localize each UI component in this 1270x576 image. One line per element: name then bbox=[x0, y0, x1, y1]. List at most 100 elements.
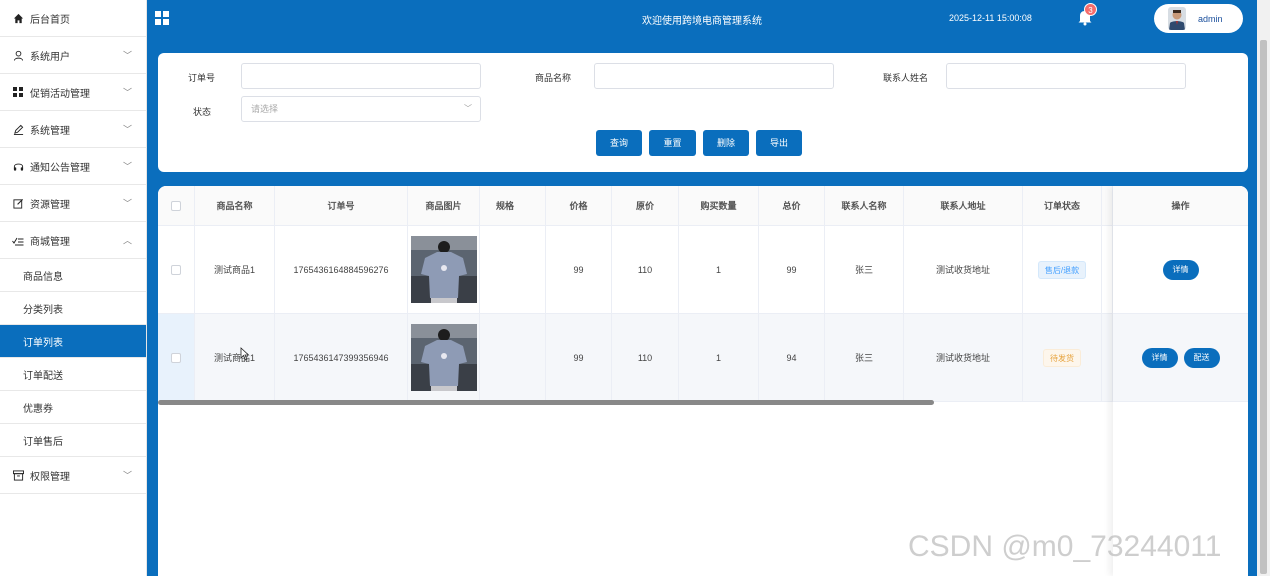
mouse-cursor-icon bbox=[240, 347, 250, 361]
order-no-label: 订单号 bbox=[188, 73, 216, 83]
total-cell: 94 bbox=[759, 314, 825, 401]
sidebar-item-notices[interactable]: 通知公告管理 ﹀ bbox=[0, 148, 146, 185]
sidebar-item-resources[interactable]: 资源管理 ﹀ bbox=[0, 185, 146, 222]
table-row[interactable]: 测试商品1 1765436164884596276 99 110 1 99 张三… bbox=[158, 226, 1248, 314]
sidebar-sub-item-products[interactable]: 商品信息 bbox=[0, 259, 146, 292]
price-cell: 99 bbox=[546, 314, 612, 401]
quantity-cell: 1 bbox=[679, 314, 759, 401]
sidebar-sub-item-after-sales[interactable]: 订单售后 bbox=[0, 424, 146, 457]
price-cell: 99 bbox=[546, 226, 612, 313]
col-header: 购买数量 bbox=[679, 186, 759, 226]
sidebar-item-permissions[interactable]: 权限管理 ﹀ bbox=[0, 457, 146, 494]
vertical-scrollbar[interactable] bbox=[1257, 0, 1270, 576]
export-button[interactable]: 导出 bbox=[756, 130, 802, 156]
actions-cell: 详情 bbox=[1113, 226, 1248, 313]
delete-button[interactable]: 删除 bbox=[703, 130, 749, 156]
app-root: 后台首页 系统用户 ﹀ 促销活动管理 ﹀ 系统管理 ﹀ 通知公告管理 ﹀ 资源管… bbox=[0, 0, 1270, 576]
main-area: 欢迎使用跨境电商管理系统 2025-12-11 15:00:08 3 admin… bbox=[147, 0, 1257, 576]
chevron-up-icon: ︿ bbox=[122, 235, 132, 246]
sidebar-item-system-users[interactable]: 系统用户 ﹀ bbox=[0, 37, 146, 74]
chevron-down-icon: ﹀ bbox=[122, 124, 132, 135]
spec-cell bbox=[480, 226, 546, 313]
sidebar-item-label: 系统管理 bbox=[30, 125, 70, 137]
chevron-down-icon: ﹀ bbox=[464, 104, 472, 113]
order-no-input[interactable] bbox=[241, 63, 481, 89]
sidebar-item-label: 后台首页 bbox=[30, 14, 70, 26]
original-price-cell: 110 bbox=[612, 226, 679, 313]
spacer-cell bbox=[1102, 226, 1113, 313]
watermark: CSDN @m0_73244011 bbox=[908, 530, 1222, 563]
archive-icon bbox=[12, 469, 24, 481]
product-name-label: 商品名称 bbox=[535, 73, 572, 83]
current-datetime: 2025-12-11 15:00:08 bbox=[949, 13, 1032, 23]
contact-name-input[interactable] bbox=[946, 63, 1186, 89]
product-image[interactable] bbox=[410, 324, 477, 391]
avatar bbox=[1168, 7, 1186, 30]
sidebar-item-label: 通知公告管理 bbox=[30, 162, 90, 174]
sidebar-item-system-admin[interactable]: 系统管理 ﹀ bbox=[0, 111, 146, 148]
contact-name-cell: 张三 bbox=[825, 226, 904, 313]
sidebar-sub-item-delivery[interactable]: 订单配送 bbox=[0, 358, 146, 391]
sidebar-sub-item-categories[interactable]: 分类列表 bbox=[0, 292, 146, 325]
order-status-cell: 待发货 bbox=[1023, 314, 1102, 401]
status-select[interactable]: 请选择 ﹀ bbox=[241, 96, 481, 122]
username: admin bbox=[1198, 13, 1223, 24]
sidebar: 后台首页 系统用户 ﹀ 促销活动管理 ﹀ 系统管理 ﹀ 通知公告管理 ﹀ 资源管… bbox=[0, 0, 147, 576]
scrollbar-thumb[interactable] bbox=[1260, 40, 1267, 574]
pen-icon bbox=[12, 123, 24, 135]
sidebar-sub-item-coupons[interactable]: 优惠券 bbox=[0, 391, 146, 424]
sidebar-item-label: 促销活动管理 bbox=[30, 88, 90, 100]
horizontal-scrollbar[interactable] bbox=[158, 400, 934, 405]
user-icon bbox=[12, 49, 24, 61]
sidebar-item-home[interactable]: 后台首页 bbox=[0, 0, 146, 37]
col-header: 原价 bbox=[612, 186, 679, 226]
detail-button[interactable]: 详情 bbox=[1162, 259, 1199, 280]
detail-button[interactable]: 详情 bbox=[1141, 347, 1178, 368]
deliver-button[interactable]: 配送 bbox=[1183, 347, 1220, 368]
contact-name-cell: 张三 bbox=[825, 314, 904, 401]
menu-toggle-icon[interactable] bbox=[155, 11, 169, 25]
sidebar-item-promotions[interactable]: 促销活动管理 ﹀ bbox=[0, 74, 146, 111]
sidebar-sub-item-orders[interactable]: 订单列表 bbox=[0, 325, 146, 358]
col-header: 商品图片 bbox=[408, 186, 480, 226]
status-badge: 售后/退款 bbox=[1037, 260, 1087, 279]
sidebar-item-label: 商城管理 bbox=[30, 236, 70, 248]
original-price-cell: 110 bbox=[612, 314, 679, 401]
user-menu[interactable]: admin bbox=[1154, 4, 1243, 33]
chevron-down-icon: ﹀ bbox=[122, 470, 132, 481]
headset-icon bbox=[12, 160, 24, 172]
row-checkbox[interactable] bbox=[171, 352, 181, 363]
col-header: 订单状态 bbox=[1023, 186, 1102, 226]
sidebar-item-label: 权限管理 bbox=[30, 471, 70, 483]
order-no-cell: 1765436147399356946 bbox=[275, 314, 408, 401]
select-all-checkbox[interactable] bbox=[171, 201, 181, 211]
sidebar-item-mall[interactable]: 商城管理 ︿ bbox=[0, 222, 146, 259]
product-name-cell: 测试商品1 bbox=[195, 314, 275, 401]
row-checkbox[interactable] bbox=[171, 264, 181, 275]
col-header: 商品名称 bbox=[195, 186, 275, 226]
status-badge: 待发货 bbox=[1043, 348, 1081, 367]
home-icon bbox=[12, 12, 24, 24]
contact-address-cell: 测试收货地址 bbox=[904, 314, 1023, 401]
order-status-cell: 售后/退款 bbox=[1023, 226, 1102, 313]
product-image-cell bbox=[408, 314, 480, 401]
product-image[interactable] bbox=[410, 236, 477, 303]
col-header: 价格 bbox=[546, 186, 612, 226]
spec-cell bbox=[480, 314, 546, 401]
order-no-cell: 1765436164884596276 bbox=[275, 226, 408, 313]
reset-button[interactable]: 重置 bbox=[649, 130, 696, 156]
product-name-input[interactable] bbox=[594, 63, 834, 89]
query-button[interactable]: 查询 bbox=[596, 130, 642, 156]
col-header: 规格 bbox=[480, 186, 546, 226]
notification-badge: 3 bbox=[1084, 3, 1097, 16]
chevron-down-icon: ﹀ bbox=[122, 87, 132, 98]
product-name-cell: 测试商品1 bbox=[195, 226, 275, 313]
check-list-icon bbox=[12, 234, 24, 246]
status-label: 状态 bbox=[193, 107, 212, 117]
chevron-down-icon: ﹀ bbox=[122, 161, 132, 172]
spacer-cell bbox=[1102, 314, 1113, 401]
sidebar-item-label: 系统用户 bbox=[30, 51, 70, 63]
grid-icon bbox=[12, 86, 24, 98]
row-select-cell bbox=[158, 226, 195, 313]
table-row[interactable]: 测试商品1 1765436147399356946 99 110 1 94 张三… bbox=[158, 314, 1248, 402]
